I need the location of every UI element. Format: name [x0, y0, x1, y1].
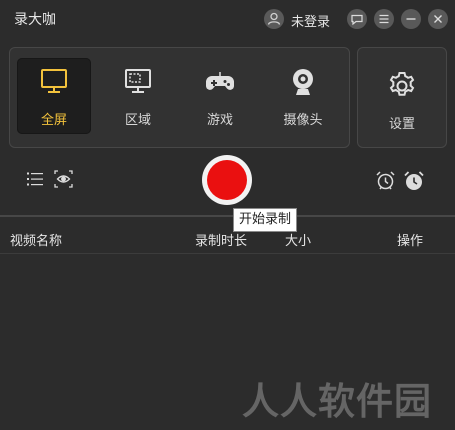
region-monitor-icon: [125, 69, 151, 93]
close-icon[interactable]: [428, 9, 448, 29]
user-avatar-icon[interactable]: [264, 9, 284, 29]
title-bar: 录大咖 未登录: [0, 0, 455, 38]
column-header-actions: 操作: [397, 234, 424, 249]
gamepad-icon: [206, 72, 234, 90]
capture-mode-panel: 全屏 区域 游戏 摄像头: [9, 47, 350, 148]
settings-button[interactable]: 设置: [357, 47, 447, 148]
gear-icon: [389, 72, 415, 96]
watermark: 人人软件园: [242, 380, 432, 423]
column-header-duration: 录制时长: [195, 234, 248, 249]
settings-label: 设置: [388, 117, 415, 132]
timer-alarm-icon[interactable]: [403, 170, 425, 192]
mode-region-button[interactable]: 区域: [101, 58, 175, 134]
feedback-icon[interactable]: [347, 9, 367, 29]
login-status-link[interactable]: 未登录: [291, 11, 330, 30]
mode-camera-button[interactable]: 摄像头: [266, 58, 340, 134]
mode-camera-label: 摄像头: [283, 113, 323, 128]
mode-game-label: 游戏: [206, 113, 233, 128]
mode-region-label: 区域: [124, 113, 151, 128]
mode-fullscreen-button[interactable]: 全屏: [17, 58, 91, 134]
start-record-button[interactable]: [202, 155, 252, 205]
app-title: 录大咖: [14, 12, 56, 28]
list-view-icon[interactable]: [26, 171, 44, 187]
divider: [0, 215, 455, 217]
webcam-icon: [293, 69, 313, 95]
record-tooltip: 开始录制: [233, 208, 298, 232]
schedule-alarm-icon[interactable]: [375, 170, 396, 191]
app-window: 录大咖 未登录 全屏 区域 游戏 摄像头 设置 开始录制 视频名称 录制时长 大…: [0, 0, 455, 430]
mode-fullscreen-label: 全屏: [40, 113, 67, 128]
minimize-icon[interactable]: [401, 9, 421, 29]
monitor-icon: [41, 69, 67, 93]
mode-game-button[interactable]: 游戏: [183, 58, 257, 134]
column-header-name: 视频名称: [10, 234, 63, 249]
record-dot-icon: [207, 160, 247, 200]
column-header-size: 大小: [285, 234, 312, 249]
preview-eye-icon[interactable]: [54, 170, 73, 188]
menu-icon[interactable]: [374, 9, 394, 29]
